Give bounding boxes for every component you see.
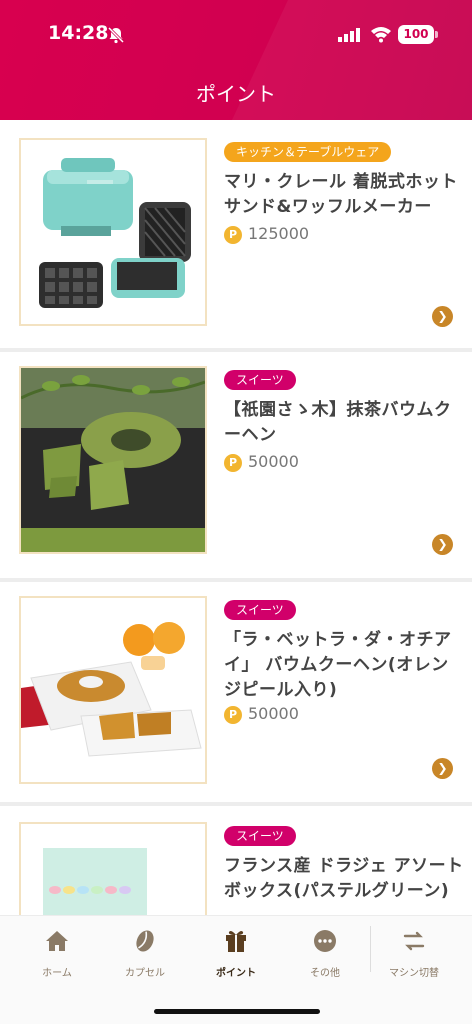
product-item-dragee[interactable]: スイーツ フランス産 ドラジェ アソートボックス(パステルグリーン) [0, 806, 472, 916]
chevron-right-icon[interactable]: ❯ [432, 306, 453, 327]
chevron-right-icon[interactable]: ❯ [432, 534, 453, 555]
more-icon [314, 930, 336, 952]
product-image-orange-baum [19, 596, 207, 784]
tab-label: その他 [310, 968, 340, 979]
product-item-matcha-baum[interactable]: スイーツ 【祇園さゝ木】抹茶バウムクーヘン P 50000 ❯ [0, 352, 472, 578]
product-image-dragee [19, 822, 207, 916]
home-indicator [154, 1009, 320, 1014]
gift-icon [226, 931, 246, 952]
page-title: ポイント [196, 82, 276, 106]
tab-label: ポイント [216, 968, 256, 979]
points-value: 50000 [248, 452, 299, 471]
battery-tip [435, 31, 438, 38]
product-image-matcha-baum [19, 366, 207, 554]
tab-label: カプセル [125, 968, 165, 979]
product-points: P 50000 [224, 452, 299, 472]
points-value: 125000 [248, 224, 310, 243]
home-icon [46, 931, 68, 951]
chevron-right-icon[interactable]: ❯ [432, 758, 453, 779]
product-name: 「ラ・ベットラ・ダ・オチアイ」 バウムクーヘン(オレンジピール入り) [224, 630, 452, 700]
tab-points[interactable]: ポイント [196, 928, 276, 979]
tab-capsule[interactable]: カプセル [105, 928, 185, 979]
point-coin-icon: P [224, 705, 242, 724]
tab-bar: ホーム カプセル ポイント その他 マシン切替 [0, 915, 472, 1024]
bell-muted-icon [107, 26, 125, 44]
signal-icon [338, 28, 360, 42]
category-tag: キッチン＆テーブルウェア [224, 142, 392, 162]
tab-home[interactable]: ホーム [17, 928, 97, 979]
product-item-hotsand-maker[interactable]: キッチン＆テーブルウェア マリ・クレール 着脱式ホットサンド&ワッフルメーカー … [0, 120, 472, 348]
category-tag: スイーツ [224, 600, 296, 620]
tab-label: マシン切替 [389, 968, 439, 979]
points-value: 50000 [248, 704, 299, 723]
point-coin-icon: P [224, 225, 242, 244]
app-header: 14:28 100 ポイント [0, 0, 472, 120]
tab-label: ホーム [42, 968, 72, 979]
switch-icon [403, 931, 425, 951]
product-name: 【祇園さゝ木】抹茶バウムクーヘン [224, 400, 452, 445]
status-time: 14:28 [48, 22, 109, 44]
battery-indicator: 100 [398, 25, 434, 44]
capsule-icon [136, 930, 154, 952]
category-tag: スイーツ [224, 370, 296, 390]
tab-divider [370, 926, 371, 972]
product-name: フランス産 ドラジェ アソートボックス(パステルグリーン) [224, 856, 464, 901]
product-points: P 125000 [224, 224, 309, 244]
point-coin-icon: P [224, 453, 242, 472]
product-image-hotsand-maker [19, 138, 207, 326]
status-bar: 14:28 100 [0, 22, 472, 50]
tab-machine-switch[interactable]: マシン切替 [374, 928, 454, 979]
category-tag: スイーツ [224, 826, 296, 846]
product-item-orange-baum[interactable]: スイーツ 「ラ・ベットラ・ダ・オチアイ」 バウムクーヘン(オレンジピール入り) … [0, 582, 472, 802]
wifi-icon [371, 27, 391, 43]
product-points: P 50000 [224, 704, 299, 724]
product-name: マリ・クレール 着脱式ホットサンド&ワッフルメーカー [224, 172, 458, 217]
tab-other[interactable]: その他 [285, 928, 365, 979]
